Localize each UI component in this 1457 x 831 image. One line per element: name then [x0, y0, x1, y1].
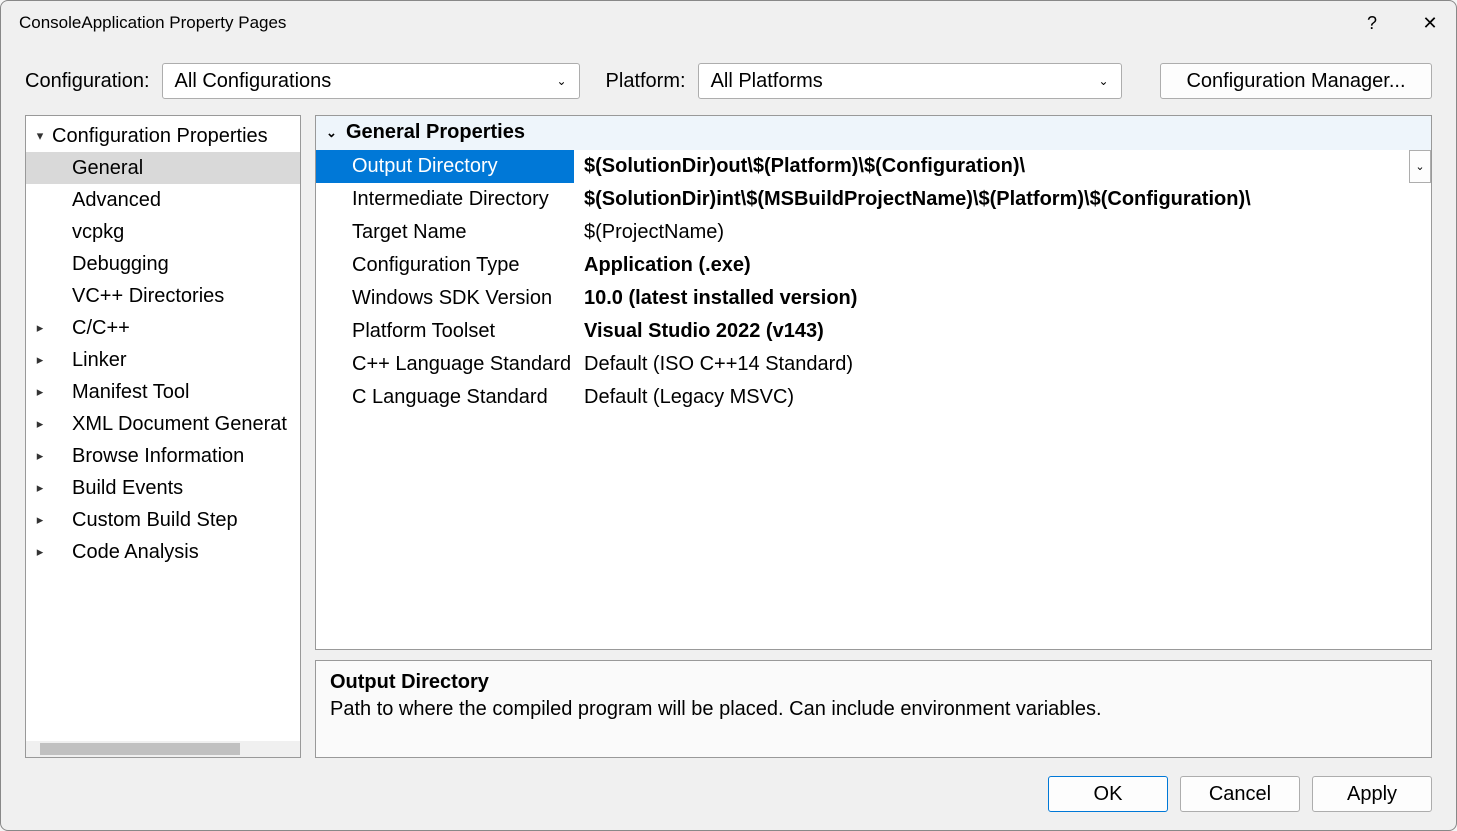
scrollbar-thumb[interactable]	[40, 743, 240, 755]
tree-item-label: Advanced	[48, 189, 161, 212]
tree-item[interactable]: ▸XML Document Generat	[26, 408, 300, 440]
property-name: Output Directory	[316, 150, 574, 183]
platform-label: Platform:	[606, 70, 686, 93]
chevron-down-icon: ⌄	[1099, 74, 1109, 88]
tree-item[interactable]: ▸Linker	[26, 344, 300, 376]
main-area: ▾ Configuration Properties ▸General▸Adva…	[1, 115, 1456, 762]
configuration-select[interactable]: All Configurations ⌄	[162, 63, 580, 99]
property-value[interactable]: Visual Studio 2022 (v143)	[574, 315, 1431, 348]
caret-closed-icon: ▸	[32, 384, 48, 400]
tree-item[interactable]: ▸Manifest Tool	[26, 376, 300, 408]
tree-item-label: vcpkg	[48, 221, 124, 244]
tree-item[interactable]: ▸Browse Information	[26, 440, 300, 472]
property-value[interactable]: $(SolutionDir)int\$(MSBuildProjectName)\…	[574, 183, 1431, 216]
navigation-tree: ▾ Configuration Properties ▸General▸Adva…	[25, 115, 301, 758]
property-row[interactable]: Configuration TypeApplication (.exe)	[316, 249, 1431, 282]
tree-item[interactable]: ▸vcpkg	[26, 216, 300, 248]
description-title: Output Directory	[330, 671, 1417, 694]
property-row[interactable]: Target Name$(ProjectName)	[316, 216, 1431, 249]
caret-closed-icon: ▸	[32, 544, 48, 560]
property-name: Target Name	[316, 216, 574, 249]
help-icon[interactable]: ?	[1358, 9, 1386, 37]
tree-item[interactable]: ▸VC++ Directories	[26, 280, 300, 312]
tree-item-label: VC++ Directories	[48, 285, 224, 308]
caret-closed-icon: ▸	[32, 448, 48, 464]
tree-item-label: Debugging	[48, 253, 169, 276]
tree-item[interactable]: ▸Build Events	[26, 472, 300, 504]
tree-item[interactable]: ▸Debugging	[26, 248, 300, 280]
caret-open-icon: ▾	[32, 128, 48, 144]
tree-item[interactable]: ▸Custom Build Step	[26, 504, 300, 536]
platform-value: All Platforms	[711, 70, 823, 93]
property-value[interactable]: Application (.exe)	[574, 249, 1431, 282]
caret-closed-icon: ▸	[32, 320, 48, 336]
tree-scroll: ▾ Configuration Properties ▸General▸Adva…	[26, 116, 300, 741]
tree-item[interactable]: ▸Advanced	[26, 184, 300, 216]
tree-item[interactable]: ▸C/C++	[26, 312, 300, 344]
property-row[interactable]: C Language StandardDefault (Legacy MSVC)	[316, 381, 1431, 414]
tree-item-label: Code Analysis	[48, 541, 199, 564]
property-value[interactable]: 10.0 (latest installed version)	[574, 282, 1431, 315]
titlebar: ConsoleApplication Property Pages ? ✕	[1, 1, 1456, 45]
chevron-down-icon[interactable]: ⌄	[1409, 150, 1431, 183]
tree-item-label: Custom Build Step	[48, 509, 238, 532]
property-row[interactable]: Intermediate Directory$(SolutionDir)int\…	[316, 183, 1431, 216]
property-row[interactable]: Output Directory$(SolutionDir)out\$(Plat…	[316, 150, 1431, 183]
property-name: Configuration Type	[316, 249, 574, 282]
property-row[interactable]: Windows SDK Version10.0 (latest installe…	[316, 282, 1431, 315]
config-toolbar: Configuration: All Configurations ⌄ Plat…	[1, 45, 1456, 115]
property-value[interactable]: Default (ISO C++14 Standard)	[574, 348, 1431, 381]
tree-item[interactable]: ▸General	[26, 152, 300, 184]
window-title: ConsoleApplication Property Pages	[19, 13, 1358, 33]
property-row[interactable]: Platform ToolsetVisual Studio 2022 (v143…	[316, 315, 1431, 348]
configuration-value: All Configurations	[175, 70, 332, 93]
property-grid: ⌄ General Properties Output Directory$(S…	[315, 115, 1432, 650]
configuration-manager-button[interactable]: Configuration Manager...	[1160, 63, 1432, 99]
titlebar-controls: ? ✕	[1358, 9, 1444, 37]
caret-closed-icon: ▸	[32, 352, 48, 368]
close-icon[interactable]: ✕	[1416, 9, 1444, 37]
right-column: ⌄ General Properties Output Directory$(S…	[315, 115, 1432, 758]
caret-closed-icon: ▸	[32, 416, 48, 432]
property-value[interactable]: $(ProjectName)	[574, 216, 1431, 249]
property-name: C++ Language Standard	[316, 348, 574, 381]
property-row[interactable]: C++ Language StandardDefault (ISO C++14 …	[316, 348, 1431, 381]
property-name: C Language Standard	[316, 381, 574, 414]
property-name: Windows SDK Version	[316, 282, 574, 315]
configuration-label: Configuration:	[25, 70, 150, 93]
tree-item-label: Linker	[48, 349, 126, 372]
tree-item[interactable]: ▸Code Analysis	[26, 536, 300, 568]
description-panel: Output Directory Path to where the compi…	[315, 660, 1432, 758]
dialog-buttons: OK Cancel Apply	[1, 762, 1456, 830]
cancel-button[interactable]: Cancel	[1180, 776, 1300, 812]
description-text: Path to where the compiled program will …	[330, 698, 1417, 721]
tree-root-configuration-properties[interactable]: ▾ Configuration Properties	[26, 120, 300, 152]
caret-closed-icon: ▸	[32, 512, 48, 528]
apply-button[interactable]: Apply	[1312, 776, 1432, 812]
category-general-properties[interactable]: ⌄ General Properties	[316, 116, 1431, 150]
property-value[interactable]: Default (Legacy MSVC)	[574, 381, 1431, 414]
property-name: Intermediate Directory	[316, 183, 574, 216]
platform-select[interactable]: All Platforms ⌄	[698, 63, 1122, 99]
property-name: Platform Toolset	[316, 315, 574, 348]
tree-item-label: Build Events	[48, 477, 183, 500]
tree-horizontal-scrollbar[interactable]	[26, 741, 300, 757]
caret-closed-icon: ▸	[32, 480, 48, 496]
tree-root-label: Configuration Properties	[48, 125, 268, 148]
tree-item-label: Browse Information	[48, 445, 244, 468]
tree-item-label: Manifest Tool	[48, 381, 189, 404]
caret-open-icon: ⌄	[326, 125, 346, 141]
property-value[interactable]: $(SolutionDir)out\$(Platform)\$(Configur…	[574, 150, 1409, 183]
tree-item-label: XML Document Generat	[48, 413, 287, 436]
tree-item-label: General	[48, 157, 143, 180]
tree-item-label: C/C++	[48, 317, 130, 340]
category-label: General Properties	[346, 121, 525, 144]
ok-button[interactable]: OK	[1048, 776, 1168, 812]
property-pages-dialog: ConsoleApplication Property Pages ? ✕ Co…	[0, 0, 1457, 831]
chevron-down-icon: ⌄	[556, 74, 566, 88]
